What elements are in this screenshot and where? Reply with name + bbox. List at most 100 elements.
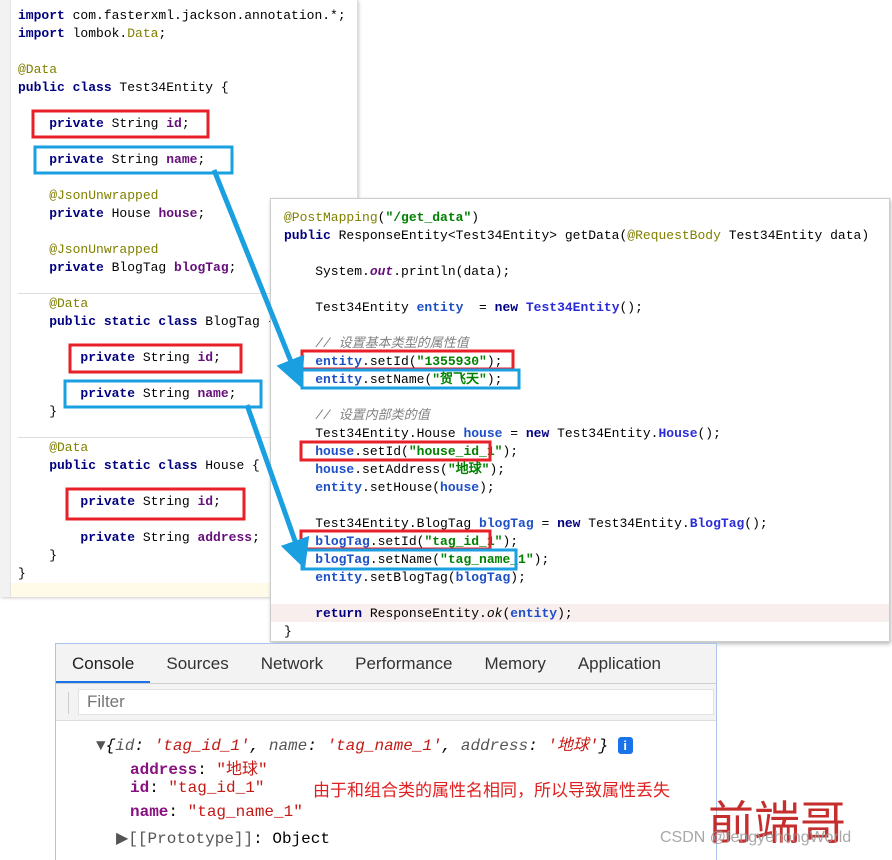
code-token: .setAddress(	[354, 462, 448, 477]
code-line: System.out.println(data);	[284, 263, 869, 281]
summary-text: {id: 'tag_id_1', name: 'tag_name_1', add…	[105, 737, 609, 755]
code-line: @Data	[18, 61, 346, 79]
code-line: import lombok.Data;	[18, 25, 346, 43]
code-token: @Data	[18, 440, 89, 455]
code-token: house	[440, 480, 480, 495]
code-token: String	[135, 350, 198, 365]
code-token: id	[197, 350, 214, 365]
code-line: Test34Entity.BlogTag blogTag = new Test3…	[284, 515, 869, 533]
code-token: ;	[213, 494, 221, 509]
code-token: public static class	[18, 458, 198, 473]
code-token: house	[315, 444, 355, 459]
code-token: public	[284, 228, 331, 243]
code-token: }	[18, 566, 26, 581]
code-token: com.fasterxml.jackson.annotation.*;	[64, 8, 346, 23]
code-line: }	[284, 623, 869, 641]
code-token: .setId(	[369, 534, 425, 549]
code-token: return	[284, 606, 363, 621]
property-row: name: "tag_name_1"	[130, 803, 303, 821]
editor-gutter	[0, 0, 11, 597]
code-line: @PostMapping("/get_data")	[284, 209, 869, 227]
code-token: Test34Entity	[525, 300, 620, 315]
collapse-triangle-icon[interactable]: ▶	[116, 830, 128, 848]
code-token: address	[197, 530, 253, 545]
code-token: Test34Entity.BlogTag	[284, 516, 480, 531]
property-key: name	[130, 803, 169, 821]
code-token: ();	[744, 516, 768, 531]
code-token: ResponseEntity.	[362, 606, 487, 621]
code-token: blogTag	[315, 534, 370, 549]
code-token: );	[489, 462, 506, 477]
code-token: .setBlogTag(	[362, 570, 456, 585]
code-line: Test34Entity.House house = new Test34Ent…	[284, 425, 869, 443]
tab-application[interactable]: Application	[562, 644, 677, 683]
code-line: house.setAddress("地球");	[284, 461, 869, 479]
code-token: new	[494, 300, 519, 315]
watermark-csdn: CSDN @fengyehongWorld	[660, 829, 852, 846]
code-token: );	[557, 606, 573, 621]
expand-triangle-icon[interactable]: ▼	[96, 737, 106, 755]
code-token: blogTag	[174, 260, 229, 275]
tab-network[interactable]: Network	[245, 644, 339, 683]
info-icon[interactable]: i	[617, 737, 633, 755]
code-token: .setHouse(	[362, 480, 441, 495]
code-token: .setId(	[354, 444, 409, 459]
code-token: lombok.	[64, 26, 128, 41]
code-token: private	[18, 494, 136, 509]
code-token: .println(data);	[393, 264, 511, 279]
code-token: entity	[315, 354, 363, 369]
code-token: new	[525, 426, 550, 441]
code-token: public class	[18, 80, 112, 95]
filter-input[interactable]	[78, 689, 714, 715]
code-token: );	[502, 534, 519, 549]
code-token: @JsonUnwrapped	[18, 188, 159, 203]
code-token: "tag_id_1"	[424, 534, 503, 549]
code-token: private	[18, 206, 104, 221]
code-line: blogTag.setName("tag_name_1");	[284, 551, 869, 569]
tab-sources[interactable]: Sources	[150, 644, 244, 683]
code-token: }	[284, 624, 292, 639]
code-token: import	[18, 8, 65, 23]
code-token: .setName(	[369, 552, 441, 567]
code-token: Test34Entity.House	[284, 426, 464, 441]
code-line: public class Test34Entity {	[18, 79, 346, 97]
code-token: String	[135, 386, 198, 401]
code-token: "地球"	[447, 462, 490, 477]
code-line: private String name;	[18, 151, 346, 169]
code-token: "贺飞天"	[432, 372, 487, 387]
tab-memory[interactable]: Memory	[468, 644, 561, 683]
code-token: @Data	[18, 62, 58, 77]
code-token: entity	[315, 570, 363, 585]
code-line: entity.setName("贺飞天");	[284, 371, 869, 389]
prototype-row[interactable]: ▶[[Prototype]]: Object	[116, 828, 330, 848]
code-token: ;	[252, 530, 260, 545]
code-token: String	[135, 530, 198, 545]
code-token: house	[158, 206, 198, 221]
code-token: blogTag	[315, 552, 370, 567]
tab-console[interactable]: Console	[56, 644, 151, 683]
code-line: Test34Entity entity = new Test34Entity()…	[284, 299, 869, 317]
prototype-label: [[Prototype]]	[128, 830, 254, 848]
code-line: // 设置内部类的值	[284, 407, 869, 425]
code-token: }	[18, 404, 58, 419]
code-token: // 设置内部类的值	[284, 408, 430, 423]
code-token: String	[103, 152, 167, 167]
code-line: house.setId("house_id_1");	[284, 443, 869, 461]
code-line: public ResponseEntity<Test34Entity> getD…	[284, 227, 869, 245]
controller-code-panel: @PostMapping("/get_data") public Response…	[270, 198, 890, 642]
code-token: Test34Entity {	[111, 80, 229, 95]
console-object-summary[interactable]: ▼{id: 'tag_id_1', name: 'tag_name_1', ad…	[96, 731, 633, 755]
tab-performance[interactable]: Performance	[339, 644, 468, 683]
code-token: =	[533, 516, 558, 531]
code-token: Test34Entity.	[549, 426, 659, 441]
code-token: ();	[697, 426, 721, 441]
annotation-text: 由于和组合类的属性名相同，所以导致属性丢失	[313, 781, 670, 800]
